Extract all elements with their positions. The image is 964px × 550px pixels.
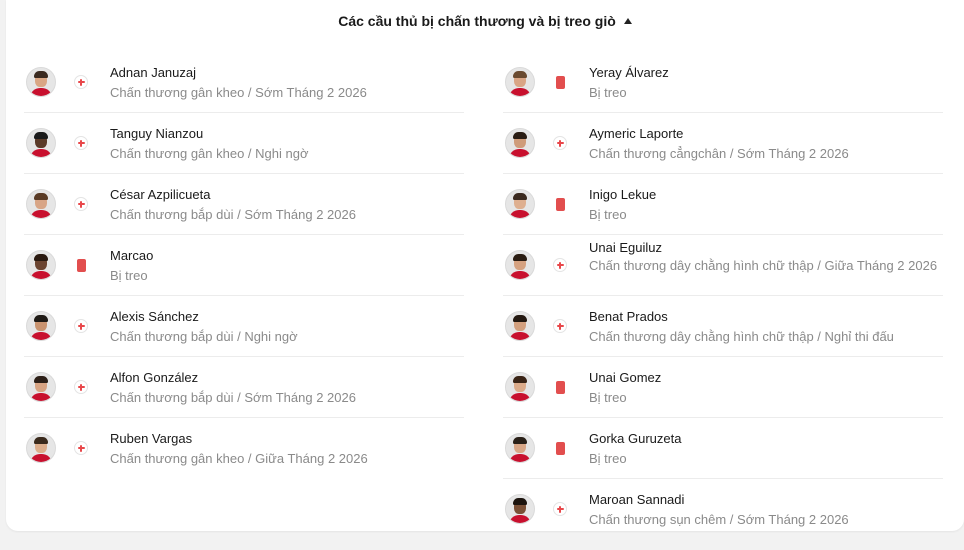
player-row[interactable]: Yeray Álvarez Bị treo	[503, 52, 943, 113]
player-name: Yeray Álvarez	[589, 65, 669, 80]
player-avatar	[505, 128, 535, 158]
player-status-detail: Bị treo	[110, 268, 148, 283]
player-row[interactable]: Tanguy Nianzou Chấn thương gân kheo / Ngh…	[24, 113, 464, 174]
player-row[interactable]: Gorka Guruzeta Bị treo	[503, 418, 943, 479]
injury-cross-icon	[553, 136, 567, 150]
player-name: Alexis Sánchez	[110, 309, 199, 324]
player-row[interactable]: Alexis Sánchez Chấn thương bắp dùi / Nghi…	[24, 296, 464, 357]
player-name: Inigo Lekue	[589, 187, 657, 202]
player-name: Tanguy Nianzou	[110, 126, 204, 141]
player-avatar	[26, 189, 56, 219]
player-avatar	[505, 372, 535, 402]
player-row[interactable]: César Azpilicueta Chấn thương bắp dùi / S…	[24, 174, 464, 235]
player-avatar	[26, 67, 56, 97]
player-avatar	[505, 189, 535, 219]
player-status-detail: Chấn thương gân kheo / Nghi ngờ	[110, 146, 309, 161]
red-card-icon	[74, 258, 88, 272]
player-avatar	[505, 311, 535, 341]
injury-cross-icon	[553, 319, 567, 333]
player-status-detail: Chấn thương bắp dùi / Sớm Tháng 2 2026	[110, 390, 356, 405]
player-name: Benat Prados	[589, 309, 668, 324]
player-name: Adnan Januzaj	[110, 65, 197, 80]
section-header-toggle[interactable]: Các cầu thủ bị chấn thương và bị treo gi…	[6, 0, 964, 42]
player-avatar	[26, 128, 56, 158]
player-avatar	[505, 250, 535, 280]
player-name: Aymeric Laporte	[589, 126, 684, 141]
player-row[interactable]: Adnan Januzaj Chấn thương gân kheo / Sớm …	[24, 52, 464, 113]
player-status-detail: Chấn thương dây chằng hình chữ thập / Gi…	[589, 258, 938, 273]
player-row[interactable]: Maroan Sannadi Chấn thương sụn chêm / Sớm…	[503, 479, 943, 539]
player-status-detail: Chấn thương bắp dùi / Sớm Tháng 2 2026	[110, 207, 356, 222]
injury-cross-icon	[553, 258, 567, 272]
player-name: Unai Gomez	[589, 370, 662, 385]
injuries-suspensions-card: Các cầu thủ bị chấn thương và bị treo gi…	[6, 0, 964, 531]
player-name: Gorka Guruzeta	[589, 431, 682, 446]
red-card-icon	[553, 197, 567, 211]
player-name: Marcao	[110, 248, 154, 263]
red-card-icon	[553, 441, 567, 455]
section-title: Các cầu thủ bị chấn thương và bị treo gi…	[338, 13, 616, 29]
player-avatar	[505, 494, 535, 524]
injury-cross-icon	[74, 441, 88, 455]
player-avatar	[505, 433, 535, 463]
player-status-detail: Bị treo	[589, 207, 627, 222]
player-status-detail: Bị treo	[589, 85, 627, 100]
player-status-detail: Bị treo	[589, 390, 627, 405]
player-status-detail: Bị treo	[589, 451, 627, 466]
injury-cross-icon	[74, 319, 88, 333]
player-status-detail: Chấn thương dây chằng hình chữ thập / Ng…	[589, 329, 894, 344]
injury-cross-icon	[74, 197, 88, 211]
player-avatar	[505, 67, 535, 97]
right-player-list: Yeray Álvarez Bị treo Aymeric Laporte Chấn …	[503, 52, 943, 539]
player-status-detail: Chấn thương sụn chêm / Sớm Tháng 2 2026	[589, 512, 849, 527]
player-avatar	[26, 311, 56, 341]
player-name: Ruben Vargas	[110, 431, 193, 446]
player-status-detail: Chấn thương cẳngchân / Sớm Tháng 2 2026	[589, 146, 849, 161]
left-player-list: Adnan Januzaj Chấn thương gân kheo / Sớm …	[24, 52, 464, 478]
player-name: Unai Eguiluz	[589, 240, 662, 255]
player-row[interactable]: Unai Gomez Bị treo	[503, 357, 943, 418]
player-status-detail: Chấn thương bắp dùi / Nghi ngờ	[110, 329, 298, 344]
player-row[interactable]: Aymeric Laporte Chấn thương cẳngchân / Sớ…	[503, 113, 943, 174]
player-row[interactable]: Ruben Vargas Chấn thương gân kheo / Giữa …	[24, 418, 464, 478]
caret-up-icon	[623, 18, 632, 24]
player-row[interactable]: Benat Prados Chấn thương dây chằng hình c…	[503, 296, 943, 357]
player-row[interactable]: Inigo Lekue Bị treo	[503, 174, 943, 235]
player-name: César Azpilicueta	[110, 187, 211, 202]
player-status-detail: Chấn thương gân kheo / Sớm Tháng 2 2026	[110, 85, 367, 100]
player-row[interactable]: Unai Eguiluz Chấn thương dây chằng hình c…	[503, 235, 943, 296]
player-avatar	[26, 250, 56, 280]
injury-cross-icon	[74, 380, 88, 394]
injury-cross-icon	[74, 75, 88, 89]
player-name: Maroan Sannadi	[589, 492, 685, 507]
player-status-detail: Chấn thương gân kheo / Giữa Tháng 2 2026	[110, 451, 368, 466]
player-avatar	[26, 372, 56, 402]
player-row[interactable]: Marcao Bị treo	[24, 235, 464, 296]
red-card-icon	[553, 380, 567, 394]
red-card-icon	[553, 75, 567, 89]
player-row[interactable]: Alfon González Chấn thương bắp dùi / Sớm …	[24, 357, 464, 418]
player-name: Alfon González	[110, 370, 199, 385]
injury-cross-icon	[74, 136, 88, 150]
injury-cross-icon	[553, 502, 567, 516]
player-avatar	[26, 433, 56, 463]
